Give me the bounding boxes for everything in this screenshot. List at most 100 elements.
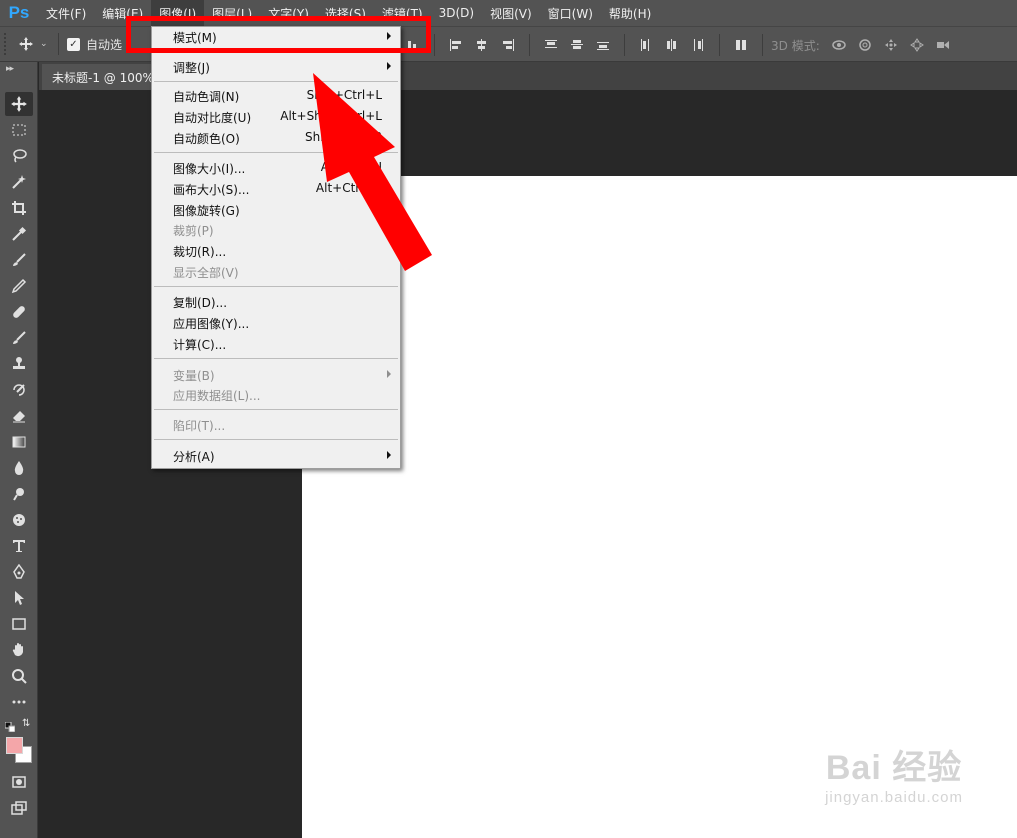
lasso-tool-icon[interactable] [5,144,33,168]
menu-item-image-rotation-label: 图像旋转(G) [173,203,240,218]
separator [529,34,530,56]
menu-item-analysis[interactable]: 分析(A) [152,446,400,466]
distribute-right-icon[interactable] [687,34,709,56]
menu-item-canvas-size-label: 画布大小(S)... [173,182,250,197]
menu-3d[interactable]: 3D(D) [431,0,482,26]
more-tools-icon[interactable] [5,690,33,714]
quick-mask-icon[interactable] [5,770,33,794]
menu-item-canvas-size[interactable]: 画布大小(S)... Alt+Ctrl+C [152,179,400,199]
clone-stamp-tool-icon[interactable] [5,352,33,376]
menu-separator [154,358,398,359]
menu-window[interactable]: 窗口(W) [540,0,601,26]
3d-pan-icon[interactable] [880,34,902,56]
submenu-arrow-icon [387,370,391,378]
menu-file[interactable]: 文件(F) [38,0,94,26]
menu-item-calculations[interactable]: 计算(C)... [152,334,400,354]
distribute-hcenter-icon[interactable] [661,34,683,56]
gradient-tool-icon[interactable] [5,430,33,454]
chevron-down-icon[interactable]: ⌄ [40,39,50,49]
path-selection-tool-icon[interactable] [5,586,33,610]
shortcut-text: Shift+Ctrl+B [305,130,382,144]
align-hcenter-icon[interactable] [471,34,493,56]
menu-item-duplicate[interactable]: 复制(D)... [152,292,400,312]
menu-item-auto-contrast[interactable]: 自动对比度(U) Alt+Shift+Ctrl+L [152,107,400,127]
separator [719,34,720,56]
auto-select-label: 自动选 [86,37,123,52]
align-left-icon[interactable] [445,34,467,56]
menu-item-apply-image[interactable]: 应用图像(Y)... [152,313,400,333]
ps-logo: Ps [8,3,30,22]
menu-item-crop-label: 裁剪(P) [173,223,214,238]
type-tool-icon[interactable] [5,534,33,558]
menu-item-apply-data-set-label: 应用数据组(L)... [173,388,261,403]
menu-item-adjustments[interactable]: 调整(J) [152,57,400,77]
distribute-bottom-icon[interactable] [592,34,614,56]
separator [762,34,763,56]
move-tool-preset-icon[interactable] [12,31,40,57]
menu-item-image-size[interactable]: 图像大小(I)... Alt+Ctrl+I [152,158,400,178]
healing-brush-tool-icon[interactable] [5,300,33,324]
canvas[interactable]: Bai 经验 jingyan.baidu.com [302,176,1017,838]
menu-item-auto-tone-label: 自动色调(N) [173,89,240,104]
brush-alt-tool-icon[interactable] [5,326,33,350]
sponge-tool-icon[interactable] [5,508,33,532]
menu-item-adjustments-label: 调整(J) [173,60,210,75]
auto-select-checkbox[interactable]: ✓ [67,37,80,51]
crop-tool-icon[interactable] [5,196,33,220]
3d-orbit-icon[interactable] [828,34,850,56]
marquee-tool-icon[interactable] [5,118,33,142]
zoom-tool-icon[interactable] [5,664,33,688]
menu-separator [154,286,398,287]
hand-tool-icon[interactable] [5,638,33,662]
distribute-vcenter-icon[interactable] [566,34,588,56]
rectangle-tool-icon[interactable] [5,612,33,636]
watermark-main-text: Bai 经验 [825,749,963,787]
pencil-tool-icon[interactable] [5,274,33,298]
distribute-left-icon[interactable] [635,34,657,56]
submenu-arrow-icon [387,62,391,70]
default-colors-icon[interactable] [4,721,16,733]
menu-item-duplicate-label: 复制(D)... [173,295,228,310]
menu-item-trim-label: 裁切(R)... [173,244,227,259]
eraser-tool-icon[interactable] [5,404,33,428]
align-right-icon[interactable] [497,34,519,56]
eyedropper-tool-icon[interactable] [5,222,33,246]
menu-help[interactable]: 帮助(H) [601,0,659,26]
3d-roll-icon[interactable] [854,34,876,56]
foreground-color-swatch[interactable] [6,737,23,754]
menu-item-image-size-label: 图像大小(I)... [173,161,246,176]
tools-panel: ▸▸ ⇅ [0,62,38,838]
shortcut-text: Alt+Ctrl+I [320,160,382,174]
options-grip[interactable] [4,33,12,55]
menu-item-apply-data-set: 应用数据组(L)... [152,385,400,405]
pen-tool-icon[interactable] [5,560,33,584]
history-brush-tool-icon[interactable] [5,378,33,402]
menu-item-crop: 裁剪(P) [152,220,400,240]
magic-wand-tool-icon[interactable] [5,170,33,194]
separator [624,34,625,56]
menu-item-auto-color[interactable]: 自动颜色(O) Shift+Ctrl+B [152,128,400,148]
menu-item-trim[interactable]: 裁切(R)... [152,241,400,261]
swap-colors-icon[interactable]: ⇅ [22,718,30,729]
shortcut-text: Alt+Shift+Ctrl+L [280,109,382,123]
menu-item-reveal-all-label: 显示全部(V) [173,265,239,280]
screen-mode-icon[interactable] [5,796,33,820]
3d-scale-icon[interactable] [932,34,954,56]
brush-tool-icon[interactable] [5,248,33,272]
menu-item-trap-label: 陷印(T)... [173,418,226,433]
menu-view[interactable]: 视图(V) [482,0,540,26]
auto-align-icon[interactable] [730,34,752,56]
blur-tool-icon[interactable] [5,456,33,480]
dodge-tool-icon[interactable] [5,482,33,506]
menu-item-trap: 陷印(T)... [152,415,400,435]
distribute-top-icon[interactable] [540,34,562,56]
panel-collapse-icon[interactable]: ▸▸ [0,62,37,88]
menu-item-analysis-label: 分析(A) [173,449,215,464]
align-buttons: 3D 模式: [400,27,956,63]
3d-slide-icon[interactable] [906,34,928,56]
menu-item-auto-tone[interactable]: 自动色调(N) Shift+Ctrl+L [152,86,400,106]
menu-separator [154,409,398,410]
menu-item-auto-color-label: 自动颜色(O) [173,131,240,146]
menu-item-image-rotation[interactable]: 图像旋转(G) [152,200,400,220]
move-tool-icon[interactable] [5,92,33,116]
